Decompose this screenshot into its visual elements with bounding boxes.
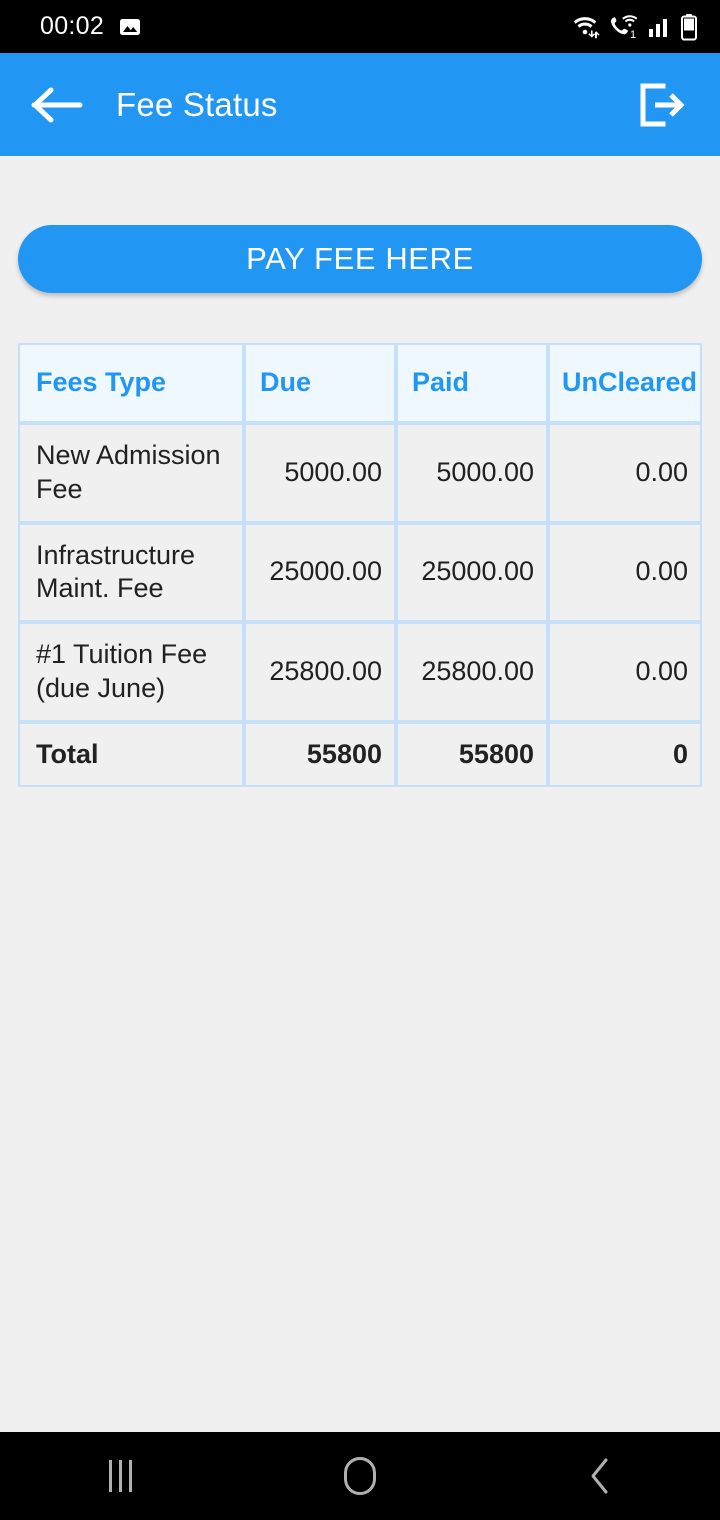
cell-fees-type: Infrastructure Maint. Fee	[18, 522, 244, 622]
battery-icon	[680, 13, 698, 41]
cell-due: 25800.00	[244, 622, 396, 722]
cell-total-uncleared: 0	[548, 721, 702, 788]
home-button[interactable]	[300, 1432, 420, 1520]
android-navigation-bar	[0, 1432, 720, 1520]
column-header-fees-type: Fees Type	[18, 343, 244, 423]
cell-due: 25000.00	[244, 522, 396, 622]
status-bar: 00:02 1	[0, 0, 720, 53]
recents-button[interactable]	[60, 1432, 180, 1520]
cell-uncleared: 0.00	[548, 522, 702, 622]
status-bar-right: 1	[571, 13, 698, 41]
cell-total-paid: 55800	[396, 721, 548, 788]
wifi-data-icon	[571, 14, 601, 40]
page-title: Fee Status	[116, 85, 278, 123]
wifi-calling-icon: 1	[608, 14, 640, 40]
table-row: Infrastructure Maint. Fee 25000.00 25000…	[18, 522, 702, 622]
status-bar-left: 00:02	[40, 12, 142, 41]
table-header: Fees Type Due Paid UnCleared	[18, 343, 702, 423]
signal-bars-icon	[647, 14, 673, 40]
home-icon	[344, 1457, 376, 1495]
cell-total-due: 55800	[244, 721, 396, 788]
cell-fees-type: New Admission Fee	[18, 423, 244, 523]
arrow-left-icon	[31, 87, 83, 122]
nav-back-button[interactable]	[540, 1432, 660, 1520]
logout-button[interactable]	[630, 74, 692, 136]
fee-status-table: Fees Type Due Paid UnCleared New Admissi…	[18, 343, 702, 788]
app-bar: Fee Status	[0, 53, 720, 156]
table-header-row: Fees Type Due Paid UnCleared	[18, 343, 702, 423]
column-header-paid: Paid	[396, 343, 548, 423]
cell-fees-type: #1 Tuition Fee (due June)	[18, 622, 244, 722]
cell-due: 5000.00	[244, 423, 396, 523]
recents-icon	[108, 1460, 132, 1492]
table-total-row: Total 55800 55800 0	[18, 721, 702, 788]
table-body: New Admission Fee 5000.00 5000.00 0.00 I…	[18, 423, 702, 788]
cell-paid: 25000.00	[396, 522, 548, 622]
column-header-uncleared: UnCleared	[548, 343, 702, 423]
svg-text:1: 1	[630, 29, 636, 40]
phone-screen: 00:02 1 Fee Status PAY FEE HERE Fees Typ…	[0, 0, 720, 1520]
back-button[interactable]	[26, 74, 88, 136]
photo-icon	[118, 15, 142, 39]
cell-uncleared: 0.00	[548, 622, 702, 722]
nav-back-icon	[591, 1458, 608, 1494]
cell-paid: 25800.00	[396, 622, 548, 722]
cell-paid: 5000.00	[396, 423, 548, 523]
table-row: New Admission Fee 5000.00 5000.00 0.00	[18, 423, 702, 523]
cell-uncleared: 0.00	[548, 423, 702, 523]
cell-total-label: Total	[18, 721, 244, 788]
logout-icon	[640, 83, 685, 126]
status-time: 00:02	[40, 12, 105, 40]
pay-fee-here-button[interactable]: PAY FEE HERE	[18, 225, 702, 293]
table-row: #1 Tuition Fee (due June) 25800.00 25800…	[18, 622, 702, 722]
main-content: PAY FEE HERE Fees Type Due Paid UnCleare…	[0, 156, 720, 1432]
column-header-due: Due	[244, 343, 396, 423]
